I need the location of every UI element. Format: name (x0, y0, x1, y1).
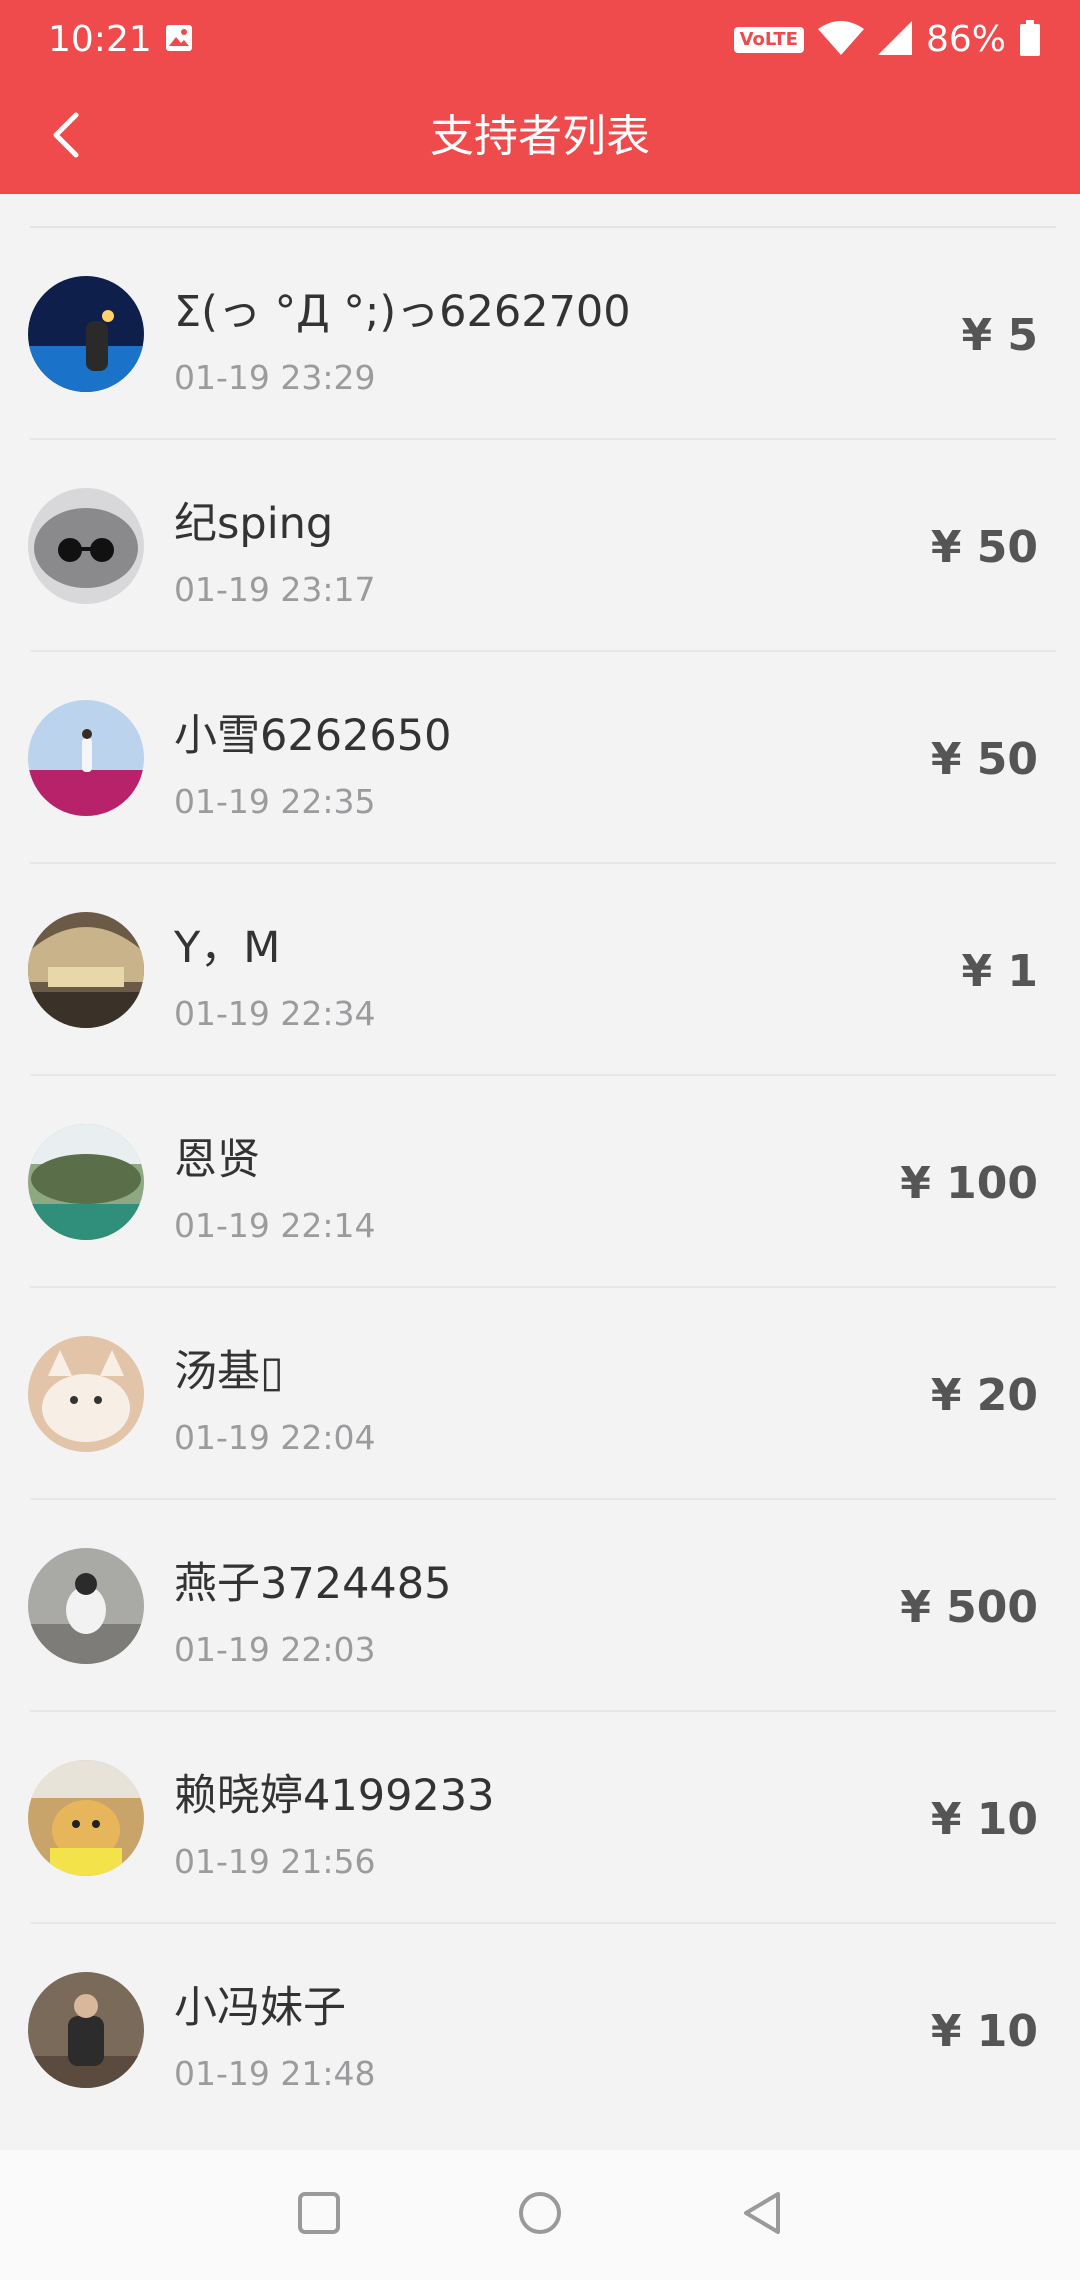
app-bar: 支持者列表 (0, 80, 1080, 194)
support-time: 01-19 22:14 (174, 1206, 376, 1245)
support-amount: ¥ 10 (930, 1794, 1038, 1845)
supporter-row[interactable]: 恩贤 01-19 22:14 ¥ 100 (0, 1076, 1080, 1288)
supporter-row[interactable]: 赖晓婷4199233 01-19 21:56 ¥ 10 (0, 1712, 1080, 1924)
status-time: 10:21 (48, 19, 152, 60)
supporter-name: 恩贤 (174, 1135, 260, 1185)
support-time: 01-19 22:04 (174, 1418, 376, 1457)
system-nav-bar (0, 2150, 1080, 2280)
support-amount: ¥ 500 (900, 1582, 1038, 1633)
avatar[interactable] (28, 912, 144, 1028)
supporter-row[interactable]: 燕子3724485 01-19 22:03 ¥ 500 (0, 1500, 1080, 1712)
supporter-name: 赖晓婷4199233 (174, 1771, 495, 1821)
supporter-list[interactable]: Σ(っ °Д °;)っ6262700 01-19 23:29 ¥ 5 纪spin… (0, 194, 1080, 2150)
back-triangle-icon (740, 2190, 784, 2240)
wifi-icon (817, 21, 864, 59)
avatar[interactable] (28, 700, 144, 816)
avatar[interactable] (28, 276, 144, 392)
page-title: 支持者列表 (430, 111, 650, 162)
signal-icon (877, 21, 912, 59)
support-time: 01-19 22:03 (174, 1630, 376, 1669)
status-bar: 10:21 VoLTE 86% (0, 0, 1080, 80)
supporter-row[interactable]: 小雪6262650 01-19 22:35 ¥ 50 (0, 652, 1080, 864)
supporter-row[interactable]: 汤基▯ 01-19 22:04 ¥ 20 (0, 1288, 1080, 1500)
supporter-name: 燕子3724485 (174, 1559, 452, 1609)
supporter-row[interactable]: Y，M 01-19 22:34 ¥ 1 (0, 864, 1080, 1076)
supporter-row[interactable]: Σ(っ °Д °;)っ6262700 01-19 23:29 ¥ 5 (0, 228, 1080, 440)
supporter-name: Σ(っ °Д °;)っ6262700 (174, 287, 631, 337)
avatar[interactable] (28, 488, 144, 604)
support-time: 01-19 22:34 (174, 994, 376, 1033)
avatar[interactable] (28, 1548, 144, 1664)
avatar[interactable] (28, 1760, 144, 1876)
status-right-group: VoLTE 86% (733, 16, 1040, 64)
battery-percent: 86% (925, 19, 1006, 60)
recents-button[interactable] (279, 2175, 359, 2255)
back-arrow-icon (50, 111, 80, 163)
support-amount: ¥ 5 (961, 310, 1038, 361)
image-icon (165, 24, 193, 52)
avatar[interactable] (28, 1124, 144, 1240)
support-time: 01-19 22:35 (174, 782, 376, 821)
volte-badge: VoLTE (733, 27, 804, 53)
support-amount: ¥ 50 (930, 522, 1038, 573)
system-back-button[interactable] (722, 2175, 802, 2255)
home-circle-icon (517, 2190, 563, 2240)
supporter-name: 小雪6262650 (174, 711, 452, 761)
supporter-name: 汤基▯ (174, 1347, 284, 1397)
battery-icon (1020, 20, 1040, 60)
support-time: 01-19 21:48 (174, 2054, 376, 2093)
support-amount: ¥ 100 (900, 1158, 1038, 1209)
supporter-name: 纪sping (174, 499, 334, 549)
recents-square-icon (297, 2191, 341, 2239)
support-time: 01-19 23:29 (174, 358, 376, 397)
support-amount: ¥ 50 (930, 734, 1038, 785)
support-time: 01-19 21:56 (174, 1842, 376, 1881)
supporter-name: 小冯妹子 (174, 1983, 346, 2033)
home-button[interactable] (500, 2175, 580, 2255)
support-amount: ¥ 10 (930, 2006, 1038, 2057)
avatar[interactable] (28, 1972, 144, 2088)
support-time: 01-19 23:17 (174, 570, 376, 609)
supporter-name: Y，M (174, 923, 281, 973)
support-amount: ¥ 1 (961, 946, 1038, 997)
avatar[interactable] (28, 1336, 144, 1452)
back-button[interactable] (30, 102, 100, 172)
supporter-row[interactable]: 纪sping 01-19 23:17 ¥ 50 (0, 440, 1080, 652)
support-amount: ¥ 20 (930, 1370, 1038, 1421)
supporter-row[interactable]: 小冯妹子 01-19 21:48 ¥ 10 (0, 1924, 1080, 2136)
